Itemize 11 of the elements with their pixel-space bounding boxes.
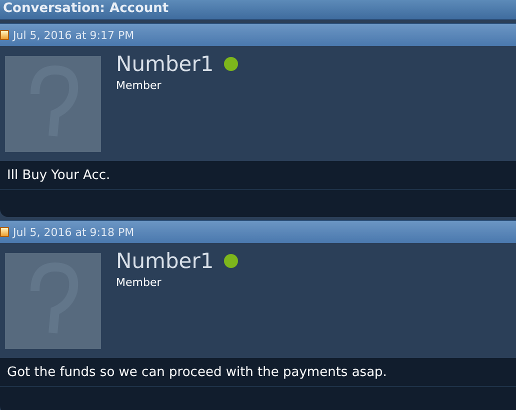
note-icon (0, 30, 9, 40)
message-date: Jul 5, 2016 at 9:18 PM (13, 226, 134, 238)
user-role: Member (116, 276, 162, 289)
conversation-title: Conversation: Account (2, 0, 170, 18)
author-name[interactable]: Number1 (116, 52, 214, 76)
user-role: Member (116, 79, 162, 92)
message-text: Ill Buy Your Acc. (0, 161, 516, 190)
note-icon (0, 227, 9, 237)
message-date: Jul 5, 2016 at 9:17 PM (13, 28, 134, 42)
message-text: Got the funds so we can proceed with the payments asap. (0, 358, 516, 387)
author-name[interactable]: Number1 (116, 249, 214, 273)
